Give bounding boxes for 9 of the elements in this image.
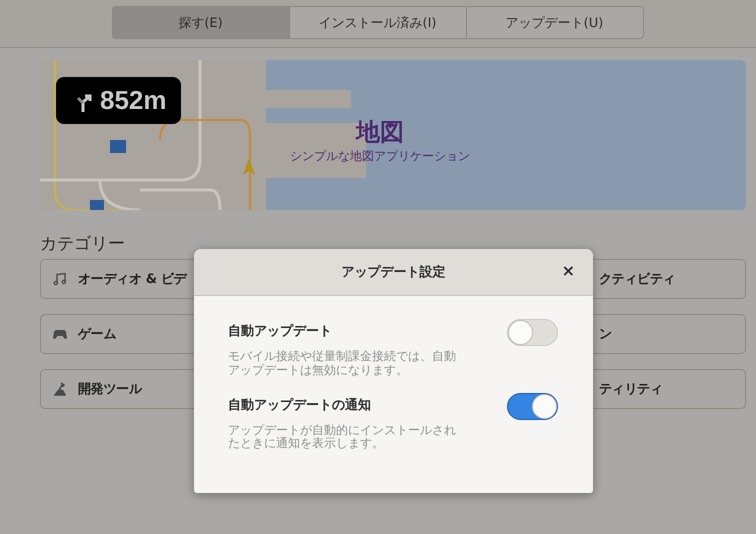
dialog-title: アップデート設定 xyxy=(342,264,446,281)
distance-badge: 852m xyxy=(56,77,180,124)
setting-label: 自動アップデート xyxy=(228,322,333,340)
setting-description: モバイル接続や従量制課金接続では、自動アップデートは無効になります。 xyxy=(228,350,457,378)
setting-label: 自動アップデートの通知 xyxy=(228,396,372,414)
app-title: 地図 xyxy=(356,117,404,148)
section-heading: カテゴリー xyxy=(40,233,126,255)
setting-description: アップデートが自動的にインストールされたときに通知を表示します。 xyxy=(228,424,457,452)
app-subtitle: シンプルな地図アプリケーション xyxy=(290,148,470,165)
